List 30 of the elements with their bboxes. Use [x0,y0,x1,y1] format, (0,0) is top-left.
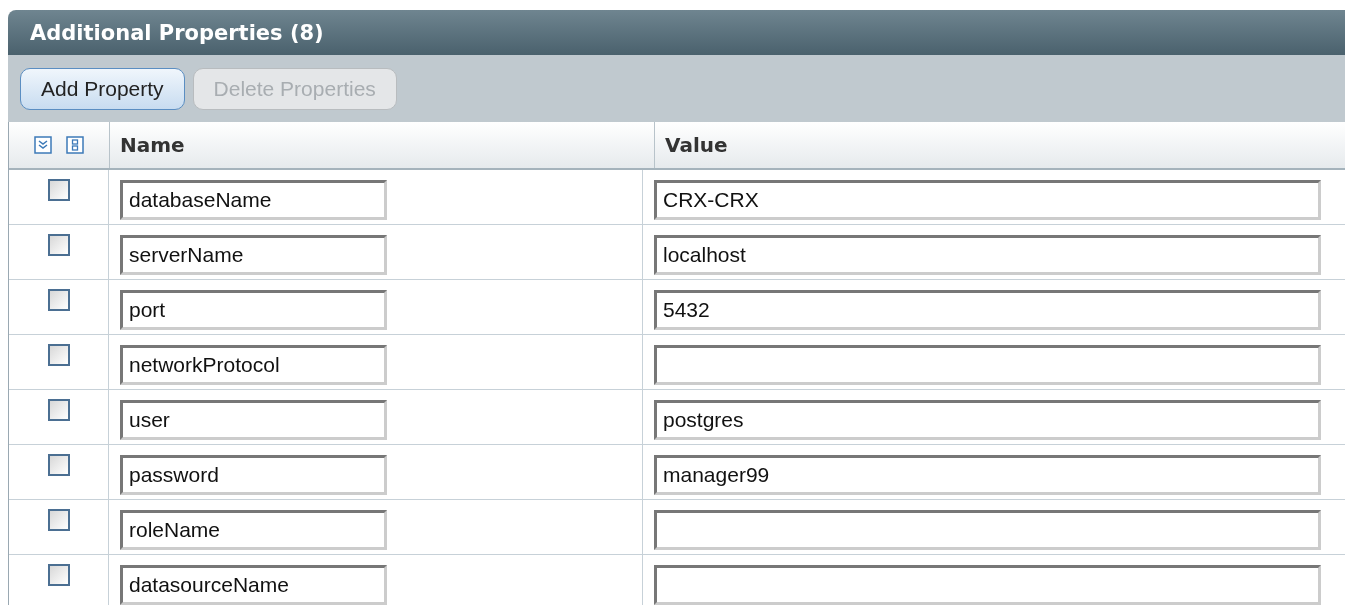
name-field[interactable]: user [120,400,387,440]
row-checkbox[interactable] [47,399,70,421]
row-checkbox[interactable] [47,289,70,311]
name-field[interactable]: serverName [120,235,387,275]
name-field[interactable]: roleName [120,510,387,550]
select-all-icon[interactable] [34,136,52,154]
row-checkbox[interactable] [47,509,70,531]
name-field[interactable]: password [120,455,387,495]
value-field[interactable]: CRX-CRX [654,180,1321,220]
value-field[interactable]: localhost [654,235,1321,275]
row-checkbox[interactable] [47,179,70,201]
value-field[interactable]: 5432 [654,290,1321,330]
row-checkbox[interactable] [47,344,70,366]
name-field[interactable]: port [120,290,387,330]
value-field[interactable]: postgres [654,400,1321,440]
name-field[interactable]: datasourceName [120,565,387,605]
column-header: Value [665,133,728,157]
value-field[interactable] [654,345,1321,385]
value-field[interactable]: manager99 [654,455,1321,495]
column-header: Name [120,133,185,157]
value-field[interactable] [654,510,1321,550]
value-field[interactable] [654,565,1321,605]
name-field[interactable]: networkProtocol [120,345,387,385]
row-checkbox[interactable] [47,564,70,586]
name-field[interactable]: databaseName [120,180,387,220]
row-checkbox[interactable] [47,454,70,476]
deselect-all-icon[interactable] [66,136,84,154]
panel-title: Additional Properties (8) [30,20,324,45]
toolbar-button[interactable]: Add Property [20,67,185,110]
row-checkbox[interactable] [47,234,70,256]
